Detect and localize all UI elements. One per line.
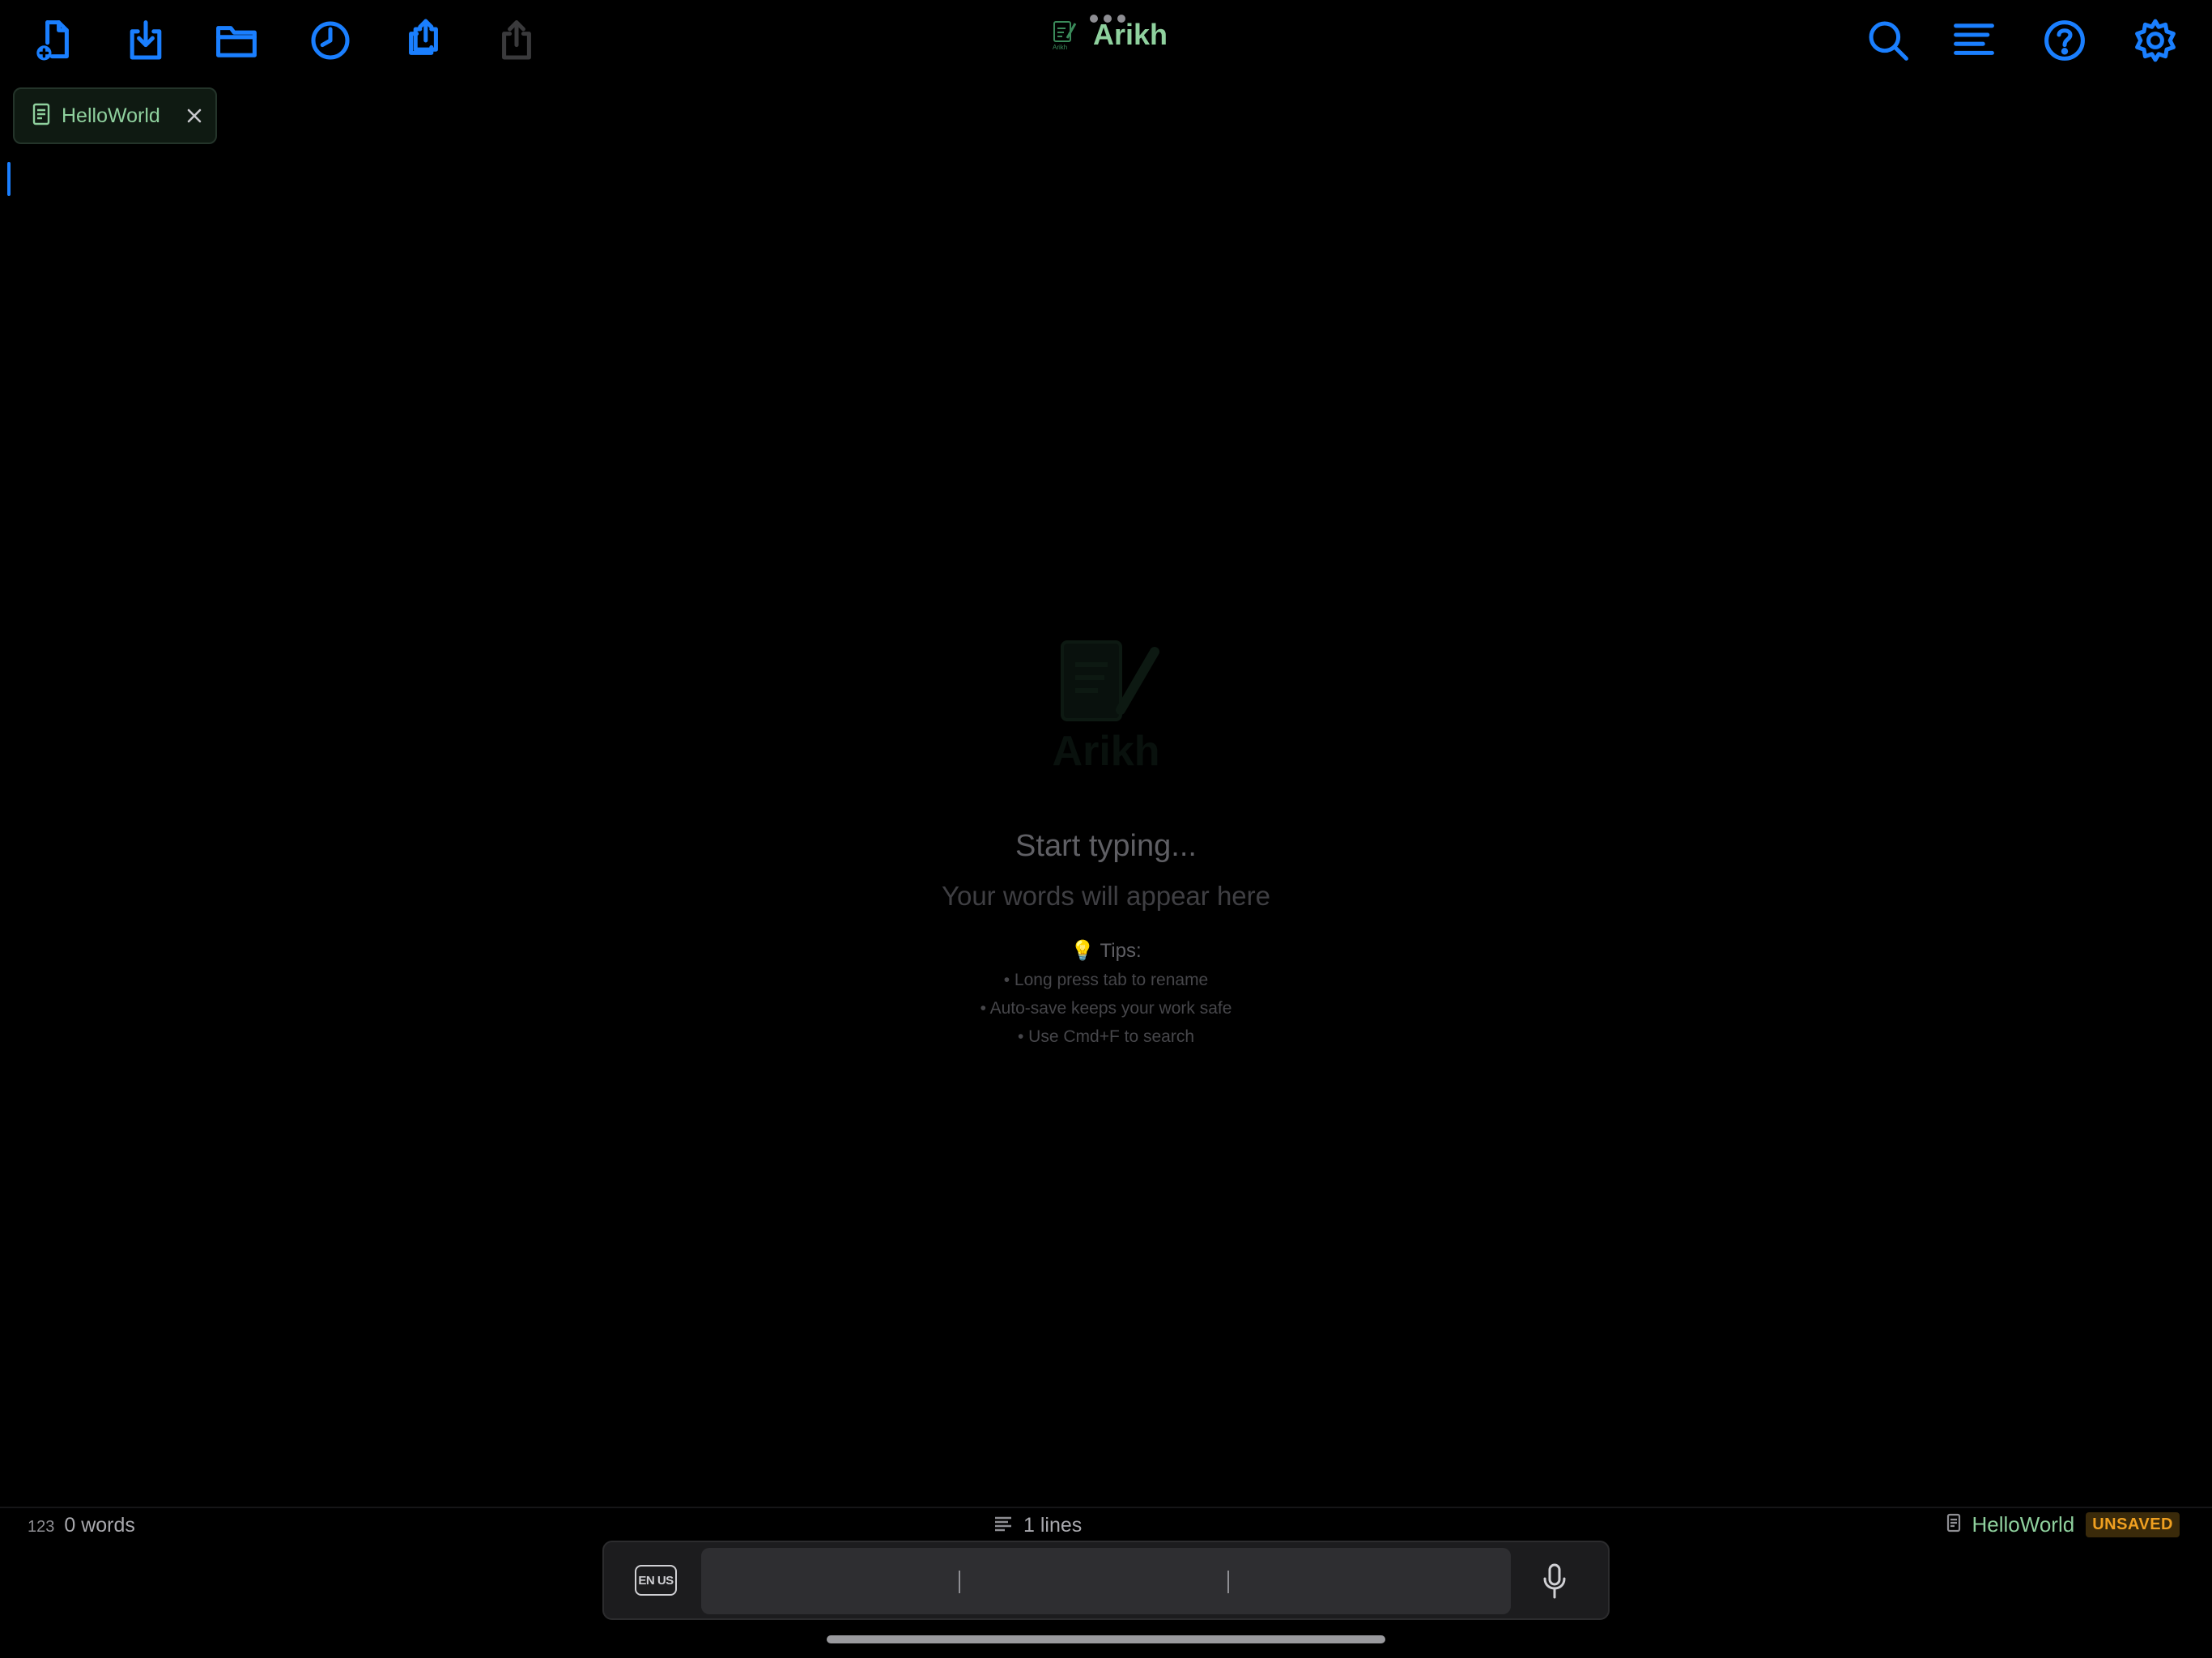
folder-icon (216, 26, 257, 57)
suggestion-divider (1227, 1571, 1229, 1593)
new-file-button[interactable] (22, 8, 87, 73)
suggestion-divider (959, 1571, 960, 1593)
unsaved-badge: UNSAVED (2086, 1512, 2180, 1537)
tips-title: 💡 Tips: (1070, 940, 1142, 962)
history-icon (311, 21, 350, 60)
svg-text:Arikh: Arikh (1053, 728, 1160, 773)
history-button[interactable] (298, 8, 363, 73)
tip-item: • Use Cmd+F to search (1017, 1027, 1194, 1046)
microphone-icon (1543, 1563, 1566, 1599)
app-title: Arikh Arikh (1051, 18, 1168, 52)
app-logo-icon: Arikh (1053, 21, 1077, 51)
share-icon (502, 20, 531, 60)
open-folder-button[interactable] (204, 8, 269, 73)
search-button[interactable] (1856, 8, 1921, 73)
document-icon (1946, 1513, 1961, 1537)
status-file-name: HelloWorld (1972, 1512, 2075, 1537)
search-icon (1869, 21, 1908, 61)
file-status: HelloWorld UNSAVED (1946, 1512, 2180, 1537)
tab-label: HelloWorld (62, 104, 160, 127)
settings-button[interactable] (2123, 8, 2188, 73)
tab-helloworld[interactable]: HelloWorld (13, 87, 217, 144)
tip-item: • Auto-save keeps your work safe (980, 999, 1232, 1018)
save-download-button[interactable] (113, 8, 178, 73)
word-count-label: 0 words (64, 1514, 135, 1537)
empty-state-subheading: Your words will appear here (941, 881, 1270, 911)
tab-close-button[interactable] (183, 104, 206, 127)
close-icon (187, 108, 202, 123)
outline-icon (1954, 23, 1994, 55)
settings-icon (2135, 19, 2176, 62)
download-icon (130, 20, 162, 60)
new-file-icon (36, 20, 69, 61)
tip-item: • Long press tab to rename (1003, 971, 1209, 989)
keyboard-shortcut-bar: EN US (602, 1541, 1610, 1620)
arikh-watermark-logo: Arikh (1053, 640, 1160, 773)
app-name: Arikh (1093, 18, 1168, 51)
share-copy-button[interactable] (391, 8, 456, 73)
share-button[interactable] (484, 8, 549, 73)
line-count: 1 lines (994, 1514, 1082, 1537)
empty-state-heading: Start typing... (1015, 829, 1197, 863)
line-count-label: 1 lines (1023, 1514, 1083, 1537)
predictive-text-bar[interactable] (701, 1548, 1511, 1614)
share-copy-icon (409, 19, 438, 55)
word-count: 123 0 words (28, 1514, 135, 1537)
home-indicator[interactable] (827, 1635, 1385, 1643)
keyboard-language-button[interactable]: EN US (635, 1565, 677, 1596)
outline-button[interactable] (1942, 8, 2006, 73)
editor-area[interactable] (0, 154, 2212, 1498)
dictation-button[interactable] (1538, 1562, 1571, 1601)
help-button[interactable] (2032, 8, 2097, 73)
document-icon (32, 103, 50, 130)
counter-icon: 123 (28, 1518, 55, 1536)
svg-text:Arikh: Arikh (1053, 44, 1067, 51)
help-icon (2044, 20, 2085, 61)
status-divider (0, 1507, 2212, 1508)
lines-icon (994, 1516, 1012, 1536)
